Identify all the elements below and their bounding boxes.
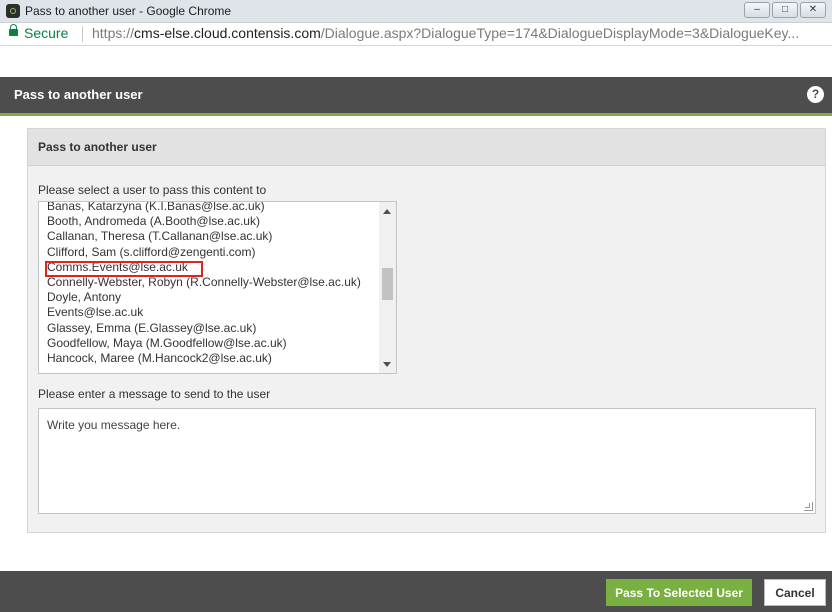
listbox-scrollbar[interactable] (379, 202, 396, 373)
user-list-item[interactable]: Callanan, Theresa (T.Callanan@lse.ac.uk) (47, 229, 361, 244)
lock-icon[interactable] (9, 24, 18, 36)
window-titlebar: Pass to another user - Google Chrome – □… (0, 0, 832, 23)
resize-grip-icon[interactable] (804, 502, 813, 511)
pass-to-selected-user-button[interactable]: Pass To Selected User (606, 579, 752, 606)
user-list-item[interactable]: Doyle, Antony (47, 290, 361, 305)
scroll-down-arrow-icon[interactable] (383, 362, 391, 367)
user-list-item[interactable]: Connelly-Webster, Robyn (R.Connelly-Webs… (47, 275, 361, 290)
user-list-item[interactable]: Clifford, Sam (s.clifford@zengenti.com) (47, 245, 361, 260)
user-list-item[interactable]: Goodfellow, Maya (M.Goodfellow@lse.ac.uk… (47, 336, 361, 351)
message-label: Please enter a message to send to the us… (38, 387, 271, 401)
help-icon[interactable]: ? (807, 86, 824, 103)
dialog-footer: Pass To Selected User Cancel (0, 571, 832, 612)
address-bar[interactable]: Secure https://cms-else.cloud.contensis.… (0, 23, 832, 46)
secure-label[interactable]: Secure (24, 25, 68, 41)
panel-title: Pass to another user (38, 140, 157, 154)
highlight-annotation (45, 261, 203, 277)
window-controls: – □ ✕ (744, 2, 826, 18)
user-list-item[interactable]: Events@lse.ac.uk (47, 305, 361, 320)
window-title: Pass to another user - Google Chrome (25, 4, 232, 18)
dialog-title: Pass to another user (14, 87, 143, 102)
message-textarea[interactable]: Write you message here. (38, 408, 816, 514)
user-list-item[interactable]: Hancock, Maree (M.Hancock2@lse.ac.uk) (47, 351, 361, 366)
user-list-item[interactable]: Glassey, Emma (E.Glassey@lse.ac.uk) (47, 321, 361, 336)
url-path: /Dialogue.aspx?DialogueType=174&Dialogue… (320, 25, 800, 41)
cancel-button[interactable]: Cancel (764, 579, 826, 606)
url-text[interactable]: https://cms-else.cloud.contensis.com/Dia… (92, 25, 799, 41)
message-placeholder: Write you message here. (47, 418, 181, 432)
maximize-button[interactable]: □ (772, 2, 798, 18)
user-listbox[interactable]: Banas, Katarzyna (K.I.Banas@lse.ac.uk) Bo… (38, 201, 397, 374)
scroll-up-arrow-icon[interactable] (383, 209, 391, 214)
user-list-item[interactable]: Booth, Andromeda (A.Booth@lse.ac.uk) (47, 214, 361, 229)
user-list: Banas, Katarzyna (K.I.Banas@lse.ac.uk) Bo… (47, 202, 361, 366)
user-list-item[interactable]: Banas, Katarzyna (K.I.Banas@lse.ac.uk) (47, 202, 361, 214)
url-host: cms-else.cloud.contensis.com (134, 25, 321, 41)
minimize-button[interactable]: – (744, 2, 770, 18)
url-separator (82, 26, 83, 42)
scroll-thumb[interactable] (382, 268, 393, 300)
content-panel: Pass to another user Please select a use… (27, 128, 826, 533)
close-button[interactable]: ✕ (800, 2, 826, 18)
select-user-label: Please select a user to pass this conten… (38, 183, 267, 197)
panel-header: Pass to another user (28, 129, 825, 166)
app-icon (6, 4, 20, 18)
dialog-header: Pass to another user ? (0, 77, 832, 116)
url-scheme: https:// (92, 25, 135, 41)
